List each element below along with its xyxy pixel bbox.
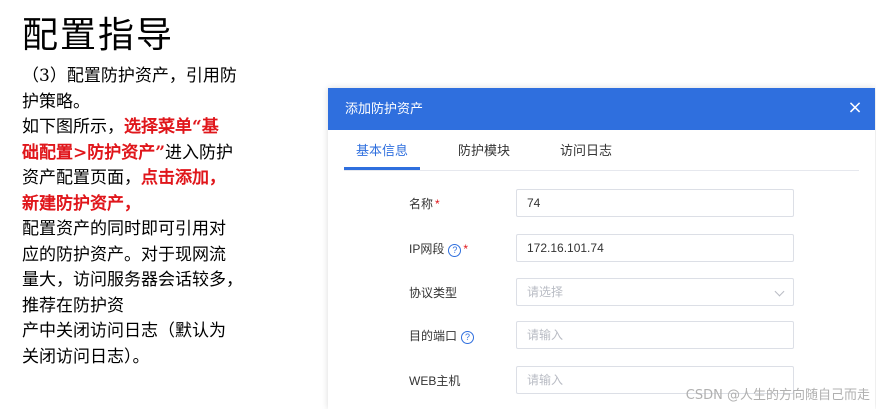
watermark: CSDN @人生的方向随自己而走 (685, 388, 870, 403)
form-row-ip: IP网段? * 172.16.101.74 (328, 234, 875, 264)
dest-port-input[interactable]: 请输入 (516, 321, 794, 349)
instruction-highlight: 础配置>防护资产” (22, 142, 166, 163)
page-title: 配置指导 (22, 15, 175, 56)
instruction-line: 础配置>防护资产”进入防护 (22, 141, 307, 167)
chevron-down-icon (774, 286, 785, 297)
instruction-line: （3）配置防护资产，引用防 (22, 66, 237, 86)
dialog-tabs: 基本信息 防护模块 访问日志 (344, 130, 859, 171)
instruction-line: 推荐在防护资 (22, 295, 124, 316)
instruction-line: 资产配置页面，点击添加， (22, 166, 307, 192)
instruction-text: （3）配置防护资产，引用防 护策略。 如下图所示，选择菜单“基 础配置>防护资产… (22, 64, 307, 370)
dest-port-label: 目的端口? (409, 327, 475, 345)
ip-segment-label: IP网段? * (409, 240, 468, 258)
required-mark: * (435, 197, 440, 211)
instruction-text-plain: 如下图所示， (22, 117, 124, 137)
dialog-header: 添加防护资产 × (328, 88, 875, 130)
instruction-line: 量大，访问服务器会话较多， (22, 270, 243, 290)
instruction-text-plain: 进入防护 (165, 142, 234, 163)
tab-access-log[interactable]: 访问日志 (560, 142, 612, 160)
tab-protection-module[interactable]: 防护模块 (458, 142, 510, 160)
instruction-line: 应的防护资产。对于现网流 (22, 244, 226, 265)
web-host-label: WEB主机 (409, 374, 461, 388)
ip-segment-input[interactable]: 172.16.101.74 (516, 234, 794, 262)
protocol-select[interactable]: 请选择 (516, 278, 794, 306)
instruction-highlight: 点击添加， (141, 168, 226, 188)
help-icon[interactable]: ? (461, 331, 475, 344)
name-label-text: 名称 (409, 197, 434, 211)
form-row-protocol: 协议类型 请选择 (328, 278, 875, 308)
instruction-line: 如下图所示，选择菜单“基 (22, 115, 307, 141)
instruction-line: 关闭访问日志）。 (22, 346, 150, 367)
tab-basic-info[interactable]: 基本信息 (356, 142, 408, 160)
dialog-title: 添加防护资产 (345, 101, 424, 116)
instruction-highlight: 新建防护资产， (22, 193, 141, 214)
protocol-label: 协议类型 (409, 286, 458, 300)
name-input[interactable]: 74 (516, 189, 794, 217)
form-row-name: 名称 * 74 (328, 189, 875, 219)
instruction-line: 配置资产的同时即可引用对 (22, 219, 226, 239)
help-icon[interactable]: ? (448, 244, 462, 257)
protocol-select-placeholder: 请选择 (527, 285, 564, 299)
add-asset-dialog: 添加防护资产 × 基本信息 防护模块 访问日志 名称 * 74 IP网段? * 17… (328, 88, 875, 409)
close-icon[interactable]: × (845, 98, 865, 118)
name-label: 名称 * (409, 195, 440, 213)
active-tab-indicator (344, 167, 420, 170)
instruction-highlight: 选择菜单“基 (124, 117, 219, 137)
required-mark: * (463, 242, 469, 256)
instruction-line: 产中关闭访问日志（默认为 (22, 321, 226, 341)
ip-segment-label-text: IP网段 (409, 242, 445, 256)
instruction-text-plain: 资产配置页面， (22, 168, 141, 188)
form-row-port: 目的端口? 请输入 (328, 321, 875, 351)
instruction-line: 护策略。 (22, 91, 90, 112)
dest-port-label-text: 目的端口 (409, 329, 458, 343)
